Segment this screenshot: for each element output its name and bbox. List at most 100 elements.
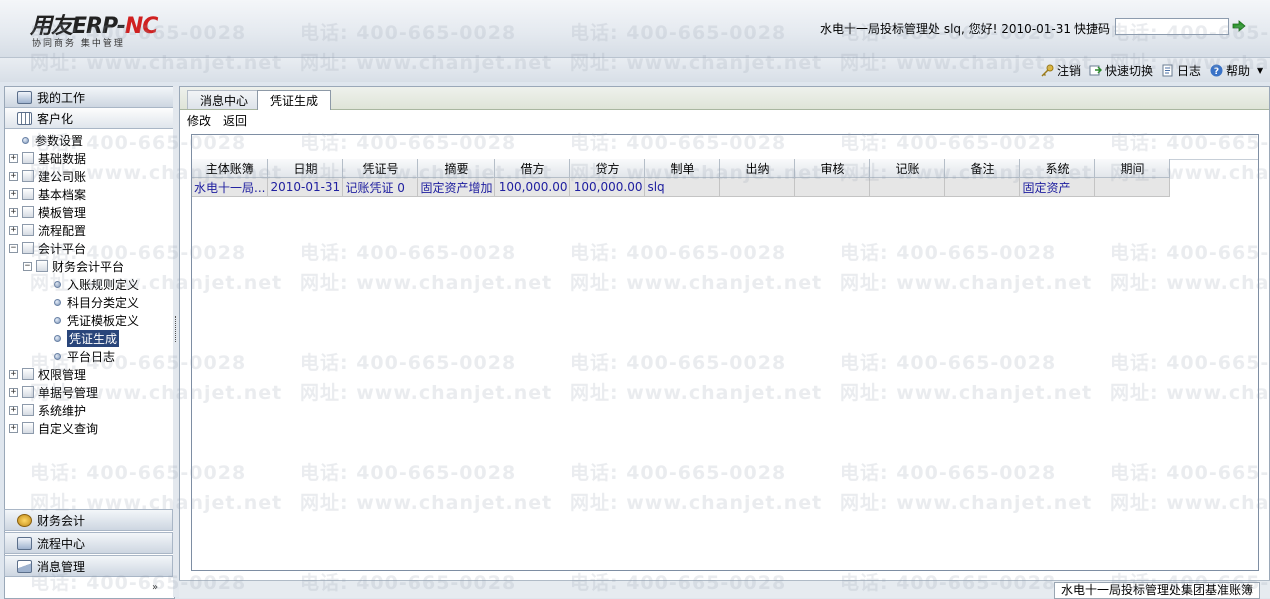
expand-icon[interactable]: + [9, 225, 18, 235]
column-header[interactable]: 主体账簿 [192, 159, 269, 178]
tree-item-label: 参数设置 [35, 133, 84, 148]
workflow-icon [17, 536, 32, 550]
page-icon [22, 368, 34, 380]
page-icon [22, 422, 34, 434]
tree-item[interactable]: − 财务会计平台 [23, 257, 124, 275]
column-header[interactable]: 出纳 [719, 159, 796, 178]
tree-item-label: 科目分类定义 [67, 295, 140, 310]
expand-icon[interactable]: + [9, 189, 18, 199]
log-icon [1162, 64, 1173, 77]
tree-item-label: 入账规则定义 [67, 277, 140, 292]
column-header[interactable]: 摘要 [417, 159, 496, 178]
logo-subtitle: 协同商务 集中管理 [32, 39, 125, 49]
key-icon [1041, 64, 1054, 77]
tree-item[interactable]: 入账规则定义 [39, 275, 139, 293]
table-cell [1094, 177, 1171, 197]
leaf-bullet-icon [22, 136, 29, 144]
user-greeting: 水电十一局投标管理处 slq, 您好! 2010-01-31 [820, 22, 1072, 36]
accordion-customize[interactable]: 客户化 [5, 108, 174, 129]
shortcut-label: 快捷码 [1074, 22, 1111, 36]
table-cell [794, 177, 871, 197]
app-header: 用友ERP-NC 协同商务 集中管理 水电十一局投标管理处 slq, 您好! 2… [0, 0, 1270, 58]
double-chevron-down-icon[interactable]: » [152, 582, 158, 593]
expand-icon[interactable]: + [9, 369, 18, 379]
tree-item[interactable]: 科目分类定义 [39, 293, 139, 311]
accordion-my-work[interactable]: 我的工作 [5, 87, 174, 108]
tree-item[interactable]: 凭证生成 [39, 329, 120, 347]
voucher-table: 主体账簿 日期 凭证号 摘要 借方 贷方 制单 出纳 审核 记账 备注 系统 期间 水电十一局... 20… [192, 159, 1171, 197]
table-cell: 固定资产 [1019, 177, 1096, 197]
shortcut-input[interactable] [1115, 18, 1229, 35]
table-cell: 水电十一局... [192, 177, 269, 197]
expand-icon[interactable]: + [9, 171, 18, 181]
table-row[interactable]: 水电十一局... 2010-01-31 记账凭证 0 固定资产增加 100,000.00… [192, 177, 1171, 197]
current-account-book: 水电十一局投标管理处集团基准账簿 [1053, 582, 1260, 599]
tree-item[interactable]: + 基本档案 [9, 185, 86, 203]
tree-item-label: 会计平台 [38, 241, 87, 256]
help-icon: ? [1210, 64, 1223, 77]
tree-item[interactable]: + 模板管理 [9, 203, 86, 221]
accordion-workflow[interactable]: 流程中心 [4, 532, 173, 554]
tree-item-label: 基础数据 [38, 151, 87, 166]
tree-item-label: 基本档案 [38, 187, 87, 202]
log-button[interactable]: 日志 [1161, 62, 1201, 79]
back-button[interactable]: 返回 [223, 112, 247, 129]
go-arrow-icon[interactable] [1232, 19, 1246, 33]
tree-item[interactable]: + 建公司账 [9, 167, 86, 185]
column-header[interactable]: 制单 [644, 159, 721, 178]
status-bar: 水电十一局投标管理处集团基准账簿 [179, 580, 1270, 599]
page-icon [22, 188, 34, 200]
column-header[interactable]: 借方 [494, 159, 571, 178]
edit-button[interactable]: 修改 [187, 112, 211, 129]
tab-bar: 消息中心 凭证生成 [180, 87, 1269, 110]
switch-icon [1089, 65, 1102, 76]
tab-voucher-generate[interactable]: 凭证生成 [257, 90, 332, 110]
tree-item[interactable]: + 流程配置 [9, 221, 86, 239]
leaf-bullet-icon [54, 316, 61, 324]
svg-text:?: ? [1214, 67, 1219, 77]
column-header[interactable]: 记账 [869, 159, 946, 178]
page-icon [22, 386, 34, 398]
tree-item-label: 凭证生成 [67, 329, 120, 347]
tree-item[interactable]: 凭证模板定义 [39, 311, 139, 329]
column-header[interactable]: 备注 [944, 159, 1021, 178]
page-icon [22, 242, 34, 254]
table-cell: slq [644, 177, 721, 197]
expand-icon[interactable]: + [9, 153, 18, 163]
column-header[interactable]: 期间 [1094, 159, 1171, 178]
expand-icon[interactable]: + [9, 405, 18, 415]
collapse-icon[interactable]: − [23, 261, 32, 271]
accordion-messages[interactable]: 消息管理 [4, 555, 173, 577]
page-icon [22, 206, 34, 218]
column-header[interactable]: 系统 [1019, 159, 1096, 178]
help-button[interactable]: ? 帮助 ▼ [1210, 62, 1263, 79]
action-bar: 修改 返回 [187, 112, 247, 129]
monitor-icon [17, 90, 32, 104]
column-header[interactable]: 凭证号 [342, 159, 419, 178]
column-header[interactable]: 日期 [267, 159, 344, 178]
tree-item-label: 模板管理 [38, 205, 87, 220]
expand-icon[interactable]: + [9, 207, 18, 217]
tab-message-center[interactable]: 消息中心 [187, 90, 262, 109]
accordion-finance[interactable]: 财务会计 [4, 509, 173, 531]
column-header[interactable]: 审核 [794, 159, 871, 178]
app-logo: 用友ERP-NC 协同商务 集中管理 [30, 8, 158, 49]
tree-item-label: 流程配置 [38, 223, 87, 238]
tree-item[interactable]: + 单据号管理 [9, 383, 98, 401]
tree-item[interactable]: + 基础数据 [9, 149, 86, 167]
column-header[interactable]: 贷方 [569, 159, 646, 178]
logout-button[interactable]: 注销 [1041, 62, 1081, 79]
tree-item[interactable]: − 会计平台 [9, 239, 86, 257]
quick-switch-button[interactable]: 快速切换 [1089, 62, 1153, 79]
tree-item[interactable]: + 自定义查询 [9, 419, 98, 437]
tree-item[interactable]: 参数设置 [9, 131, 83, 149]
tree-item-label: 权限管理 [38, 367, 87, 382]
tree-item[interactable]: 平台日志 [39, 347, 115, 365]
tree-item[interactable]: + 权限管理 [9, 365, 86, 383]
collapse-icon[interactable]: − [9, 243, 18, 253]
tree-item[interactable]: + 系统维护 [9, 401, 86, 419]
expand-icon[interactable]: + [9, 423, 18, 433]
expand-icon[interactable]: + [9, 387, 18, 397]
tree-item-label: 凭证模板定义 [67, 313, 140, 328]
chevron-down-icon[interactable]: ▼ [1257, 66, 1263, 75]
